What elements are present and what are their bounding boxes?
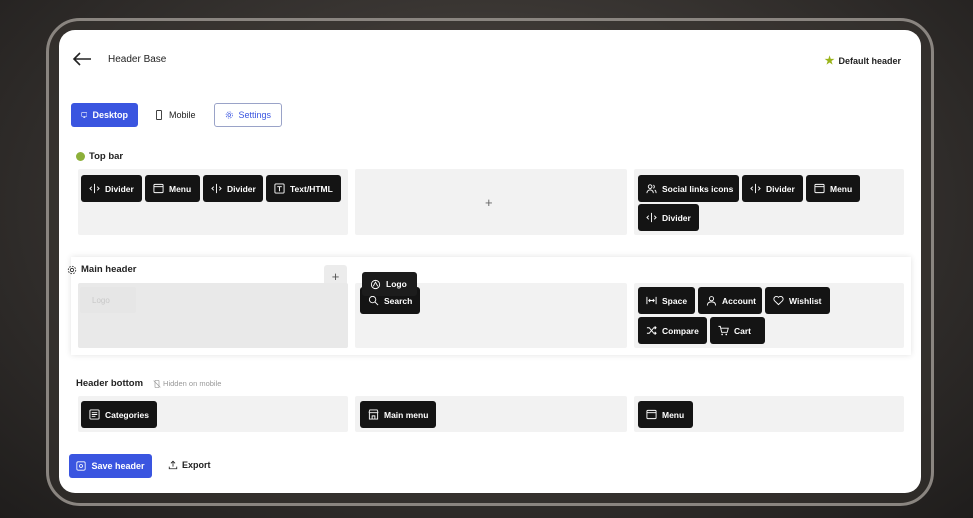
chip-wishlist[interactable]: Wishlist (765, 287, 830, 314)
chip-label: Categories (105, 409, 149, 420)
chip-label: Menu (169, 183, 192, 194)
chip-menu[interactable]: Menu (638, 401, 693, 428)
star-icon: ★ (824, 55, 835, 67)
chip-label: Account (722, 295, 756, 306)
upload-icon (168, 460, 178, 470)
device-tabs: Desktop Mobile Settings (71, 103, 282, 127)
chip-social-links[interactable]: Social links icons (638, 175, 739, 202)
chip-label: Divider (766, 183, 795, 194)
add-element-icon[interactable]: + (485, 195, 493, 210)
chip-space[interactable]: Space (638, 287, 695, 314)
save-icon (76, 461, 87, 471)
tab-label: Settings (238, 110, 271, 120)
chip-logo-dragging[interactable]: Logo (362, 272, 417, 296)
button-label: Save header (91, 461, 145, 471)
status-dot-icon (76, 152, 85, 161)
chip-account[interactable]: Account (698, 287, 762, 314)
chip-divider[interactable]: Divider (81, 175, 142, 202)
hidden-on-mobile-note: Hidden on mobile (153, 379, 221, 388)
gear-icon (67, 265, 77, 274)
phone-icon (156, 110, 162, 120)
header-builder-screen: Header Base ★ Default header Desktop Mob… (59, 30, 921, 493)
top-navigation: Header Base ★ Default header (59, 30, 921, 90)
export-button[interactable]: Export (168, 460, 211, 470)
button-label: Export (182, 460, 211, 470)
spacing-icon (646, 296, 657, 305)
main-header-label: Main header (67, 264, 136, 275)
list-icon (89, 409, 100, 420)
text-icon (274, 183, 285, 194)
window-icon (814, 183, 825, 194)
chip-label: Space (662, 295, 688, 306)
ghost-logo-placeholder: Logo (80, 287, 136, 313)
move-icon (89, 183, 100, 194)
chip-label: Divider (105, 183, 134, 194)
tab-settings[interactable]: Settings (214, 103, 282, 127)
chip-label: Menu (830, 183, 853, 194)
chip-menu[interactable]: Menu (145, 175, 200, 202)
chip-label: Compare (662, 325, 699, 336)
section-title: Top bar (89, 151, 124, 162)
chip-label: Menu (662, 409, 685, 420)
chip-label: Social links icons (662, 183, 734, 194)
arrow-left-icon[interactable] (71, 50, 93, 68)
chip-label: Main menu (384, 409, 429, 420)
note-label: Hidden on mobile (163, 379, 222, 388)
tab-label: Desktop (92, 110, 128, 120)
chip-label: Cart (734, 325, 752, 336)
window-icon (153, 183, 164, 194)
chip-divider[interactable]: Divider (203, 175, 263, 202)
page-title: Header Base (108, 54, 167, 65)
chip-label: Divider (227, 183, 256, 194)
user-icon (706, 296, 717, 306)
search-icon (368, 295, 379, 306)
chip-text-html[interactable]: Text/HTML (266, 175, 341, 202)
cart-icon (718, 325, 729, 336)
chip-categories[interactable]: Categories (81, 401, 157, 428)
save-header-button[interactable]: Save header (69, 454, 152, 478)
top-bar-label: Top bar (76, 151, 123, 162)
tab-desktop[interactable]: Desktop (71, 103, 138, 127)
chip-label: Wishlist (789, 295, 822, 306)
store-icon (368, 409, 379, 420)
move-icon (646, 212, 657, 223)
section-title: Header bottom (76, 378, 144, 389)
default-header-label: Default header (838, 55, 901, 66)
tab-mobile[interactable]: Mobile (144, 103, 208, 127)
window-icon (646, 409, 657, 420)
heart-icon (773, 295, 784, 306)
shuffle-icon (646, 326, 657, 335)
move-icon (750, 183, 761, 194)
chip-label: Divider (662, 212, 691, 223)
default-header-badge: ★ Default header (825, 54, 901, 67)
users-icon (646, 184, 657, 194)
monitor-icon (81, 112, 88, 118)
section-title: Main header (81, 264, 137, 275)
chip-label: Text/HTML (290, 183, 333, 194)
chip-label: Logo (386, 279, 407, 289)
chip-menu[interactable]: Menu (806, 175, 860, 202)
phone-off-icon (153, 379, 161, 388)
tab-label: Mobile (169, 110, 196, 120)
chip-divider[interactable]: Divider (742, 175, 803, 202)
move-icon (211, 183, 222, 194)
chip-label: Search (384, 295, 413, 306)
gear-icon (225, 111, 233, 119)
header-bottom-label: Header bottom Hidden on mobile (76, 378, 221, 389)
chip-main-menu[interactable]: Main menu (360, 401, 436, 428)
logo-icon (370, 279, 381, 289)
chip-cart[interactable]: Cart (710, 317, 765, 344)
chip-compare[interactable]: Compare (638, 317, 707, 344)
chip-divider[interactable]: Divider (638, 204, 699, 231)
